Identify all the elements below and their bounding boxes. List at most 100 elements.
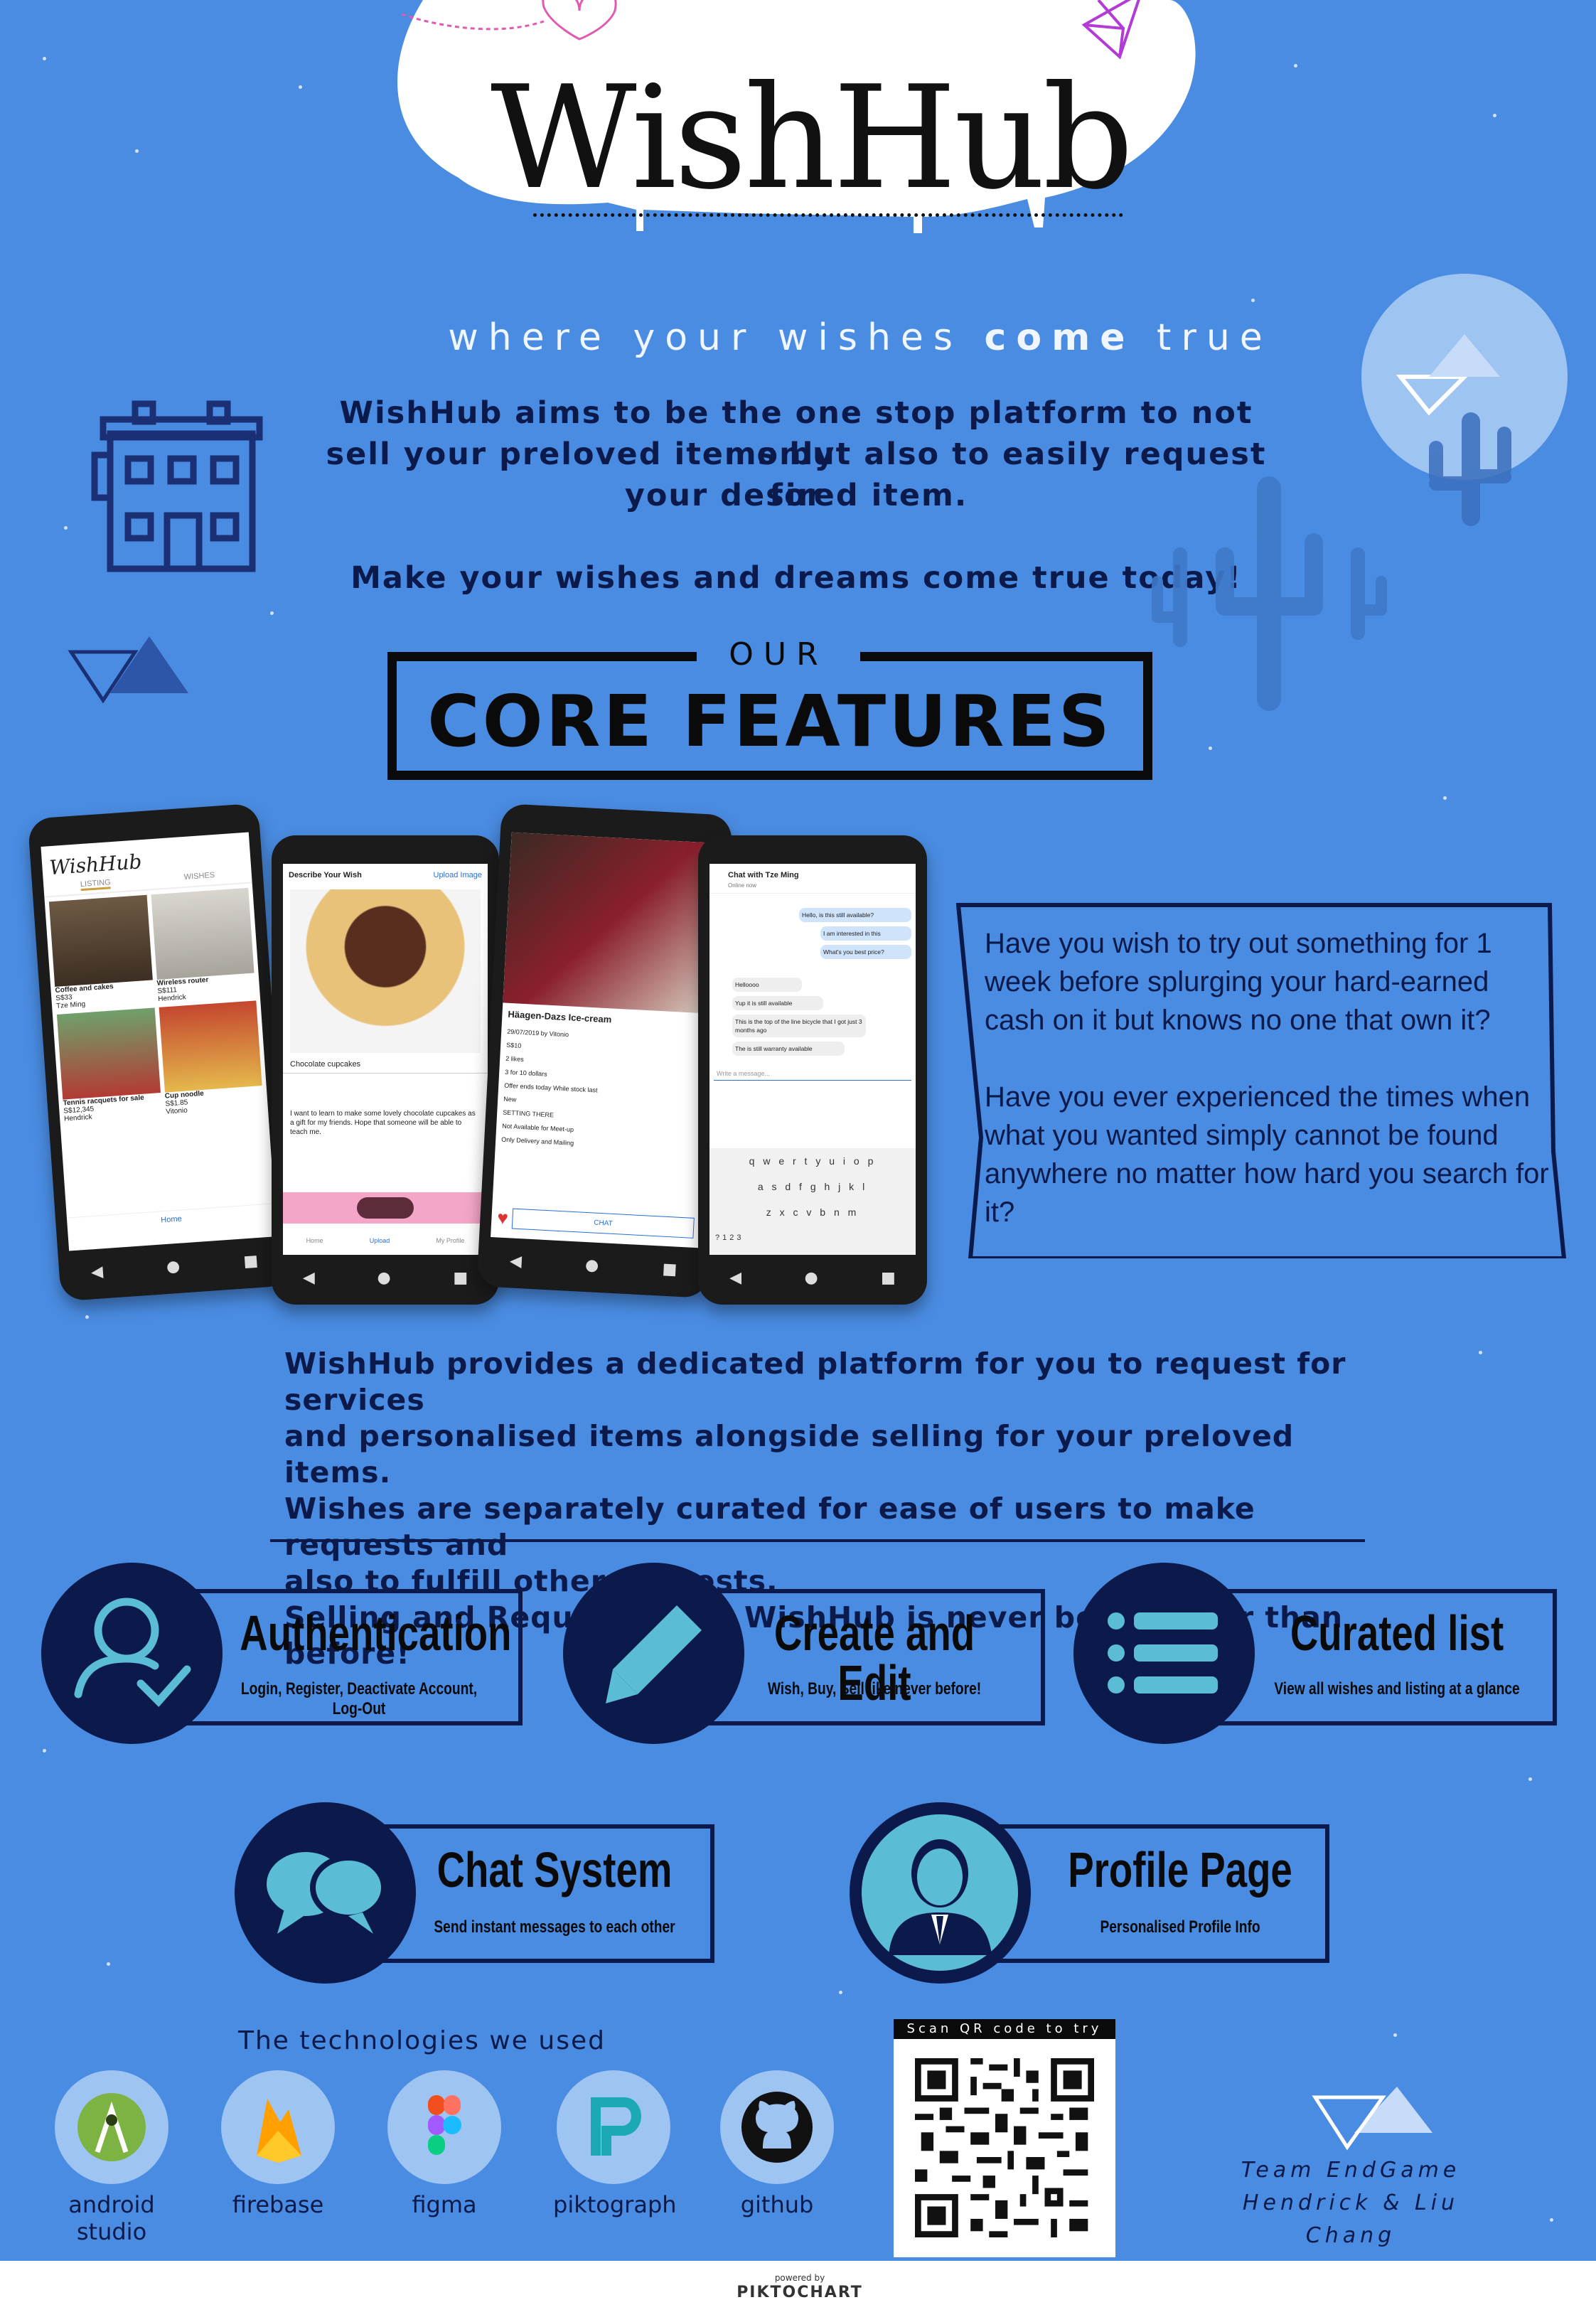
tech-label: piktograph bbox=[553, 2191, 677, 2218]
phone-product-screen: Häagen-Dazs Ice-cream 29/07/2019 by Vito… bbox=[491, 832, 720, 1248]
wish-body[interactable]: I want to learn to make some lovely choc… bbox=[283, 1074, 488, 1137]
star-dot bbox=[1393, 2033, 1397, 2037]
feature-circle bbox=[563, 1563, 744, 1744]
description-line: and personalised items alongside selling… bbox=[284, 1419, 1295, 1489]
powered-by-label: powered by bbox=[774, 2273, 825, 2283]
keyboard[interactable]: q w e r t y u i o p a s d f g h j k l z … bbox=[709, 1148, 916, 1255]
upload-image-link[interactable]: Upload Image bbox=[434, 871, 483, 879]
chat-status: Online now bbox=[709, 882, 916, 894]
description-line: Wishes are separately curated for ease o… bbox=[284, 1492, 1255, 1562]
feature-subtitle: Personalised Profile Info bbox=[1100, 1917, 1260, 1937]
list-item[interactable]: Wireless router S$111 Hendrick bbox=[151, 887, 256, 1003]
feature-circle bbox=[850, 1802, 1031, 1984]
nav-upload[interactable]: Upload bbox=[370, 1237, 390, 1244]
star-dot bbox=[1528, 1777, 1532, 1781]
message-input[interactable]: Write a message... bbox=[714, 1067, 911, 1081]
feature-subtitle: Login, Register, Deactivate Account, Log… bbox=[240, 1679, 478, 1718]
feature-title: Authentication bbox=[240, 1605, 512, 1661]
wish-caption[interactable]: Chocolate cupcakes bbox=[283, 1056, 488, 1074]
phone-wish-screen: Describe Your Wish Upload Image Chocolat… bbox=[283, 864, 488, 1255]
list-icon bbox=[1108, 1612, 1218, 1693]
triangle-decoration bbox=[1312, 2087, 1432, 2151]
tab-listing[interactable]: LISTING bbox=[80, 878, 112, 892]
list-item[interactable]: Coffee and cakes S$33 Tze Ming bbox=[48, 894, 154, 1010]
keyboard-row[interactable]: q w e r t y u i o p bbox=[709, 1148, 916, 1174]
star-dot bbox=[107, 1962, 110, 1966]
qr-code-panel[interactable]: Scan QR code to try it! bbox=[894, 2019, 1115, 2257]
triangle-decoration bbox=[68, 636, 188, 704]
feature-circle bbox=[1073, 1563, 1255, 1744]
poster: WishHub where your wishes come true Wish… bbox=[0, 0, 1596, 2261]
brand-logo: WishHub bbox=[491, 55, 1134, 221]
team-credits: Team EndGame Hendrick & Liu Chang bbox=[1194, 2154, 1507, 2252]
tech-label: firebase bbox=[232, 2191, 324, 2218]
sent-message: What's you best price? bbox=[820, 945, 911, 959]
speech-paragraph-1: Have you wish to try out something for 1… bbox=[985, 928, 1492, 1036]
team-name: Team EndGame bbox=[1241, 2158, 1461, 2183]
figma-icon bbox=[387, 2070, 501, 2184]
building-icon bbox=[91, 400, 263, 572]
nav-home[interactable]: Home bbox=[306, 1237, 323, 1244]
android-nav-bar: ◀ ● ■ bbox=[729, 1268, 896, 1287]
star-dot bbox=[1443, 796, 1447, 800]
pencil-icon bbox=[606, 1605, 702, 1703]
keyboard-symbols-key[interactable]: ?123 bbox=[709, 1225, 916, 1251]
moon-cactus-decoration bbox=[1152, 274, 1568, 711]
team-members: Hendrick & Liu Chang bbox=[1242, 2190, 1460, 2248]
feature-title: Profile Page bbox=[1068, 1842, 1292, 1898]
phone-product: Häagen-Dazs Ice-cream 29/07/2019 by Vito… bbox=[476, 803, 733, 1299]
sent-message: I am interested in this bbox=[820, 926, 911, 941]
phone-listing-screen: WishHub LISTING WISHES Coffee and cakes S… bbox=[41, 832, 277, 1251]
android-nav-bar: ◀ ● ■ bbox=[90, 1251, 259, 1281]
star-dot bbox=[64, 526, 68, 530]
received-message: Yup it is still available bbox=[732, 996, 823, 1010]
speech-paragraph-2: Have you ever experienced the times when… bbox=[985, 1081, 1549, 1228]
chat-button[interactable]: CHAT bbox=[512, 1208, 695, 1238]
phone-wish: Describe Your Wish Upload Image Chocolat… bbox=[272, 835, 499, 1305]
tech-piktograph: piktograph bbox=[553, 2070, 677, 2218]
piktochart-logo[interactable]: PIKTOCHART bbox=[736, 2284, 864, 2301]
keyboard-row[interactable]: a s d f g h j k l bbox=[709, 1174, 916, 1199]
wish-toggle-bar bbox=[283, 1192, 488, 1224]
bottom-nav-home[interactable]: Home bbox=[66, 1203, 277, 1251]
star-dot bbox=[43, 57, 46, 60]
feature-title: Curated list bbox=[1290, 1605, 1504, 1661]
phone-chat-screen: Chat with Tze Ming Online now Hello, is … bbox=[709, 864, 916, 1255]
section-our-label: OUR bbox=[697, 636, 860, 673]
feature-circle bbox=[41, 1563, 223, 1744]
star-dot bbox=[1294, 64, 1297, 68]
nav-profile[interactable]: My Profile bbox=[436, 1237, 464, 1244]
qr-caption: Scan QR code to try it! bbox=[894, 2019, 1115, 2056]
tagline-pre: where your wishes bbox=[448, 316, 985, 359]
android-nav-bar: ◀ ● ■ bbox=[302, 1268, 468, 1287]
tech-label: android studio bbox=[68, 2191, 155, 2245]
tech-android-studio: android studio bbox=[51, 2070, 172, 2245]
feature-subtitle: Wish, Buy, Sell like never before! bbox=[767, 1679, 982, 1698]
tech-label: figma bbox=[412, 2191, 477, 2218]
profile-icon bbox=[862, 1814, 1018, 1971]
chat-title: Chat with Tze Ming bbox=[728, 871, 799, 879]
tech-heading: The technologies we used bbox=[238, 2026, 606, 2055]
tech-github: github bbox=[717, 2070, 837, 2218]
description-underline bbox=[270, 1539, 1365, 1542]
keyboard-row[interactable]: z x c v b n m bbox=[709, 1199, 916, 1225]
tech-firebase: firebase bbox=[218, 2070, 338, 2218]
tech-label: github bbox=[740, 2191, 814, 2218]
star-dot bbox=[299, 85, 302, 89]
star-dot bbox=[1209, 747, 1212, 750]
list-item[interactable]: Cup noodle S$1.85 Vitonio bbox=[159, 1000, 264, 1116]
feature-subtitle: Send instant messages to each other bbox=[434, 1917, 675, 1937]
qr-code-icon[interactable] bbox=[915, 2058, 1094, 2237]
feature-circle bbox=[235, 1802, 416, 1984]
list-item[interactable]: Tennis racquets for sale S$12,345 Hendrick bbox=[56, 1007, 162, 1123]
android-studio-icon bbox=[55, 2070, 168, 2184]
product-image bbox=[503, 832, 720, 1014]
logo-underline bbox=[533, 213, 1123, 217]
tab-wishes[interactable]: WISHES bbox=[183, 871, 215, 884]
wish-header: Describe Your Wish bbox=[289, 871, 362, 879]
section-title: CORE FEATURES bbox=[427, 680, 1113, 763]
feature-title: Chat System bbox=[437, 1842, 673, 1898]
cupcake-image bbox=[290, 889, 481, 1053]
like-icon[interactable]: ♥ bbox=[497, 1206, 509, 1229]
wish-toggle[interactable] bbox=[357, 1197, 414, 1219]
